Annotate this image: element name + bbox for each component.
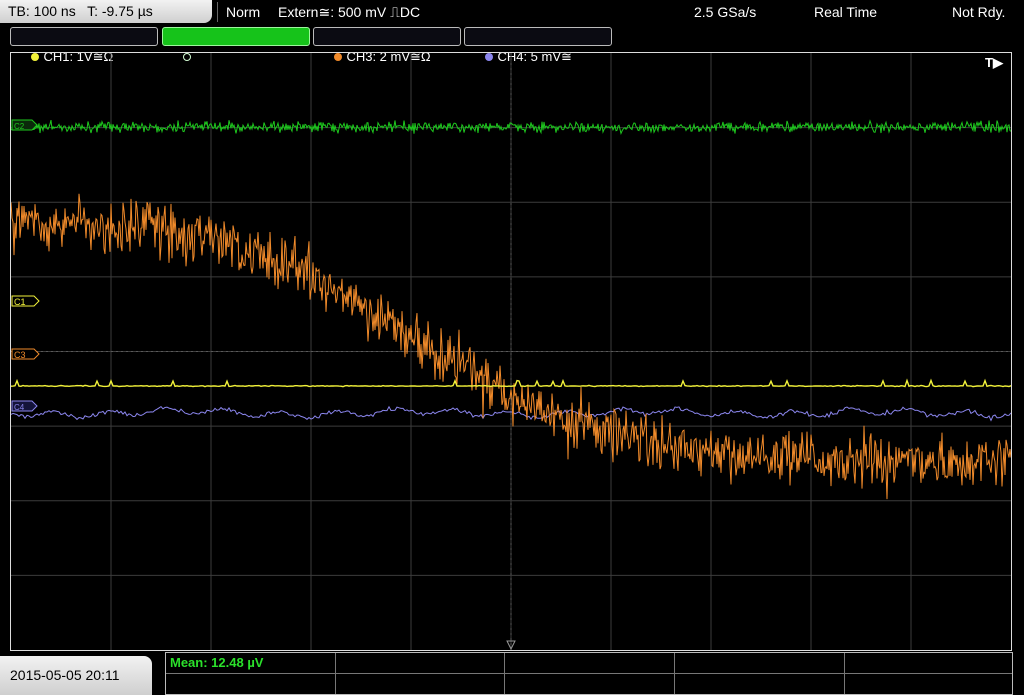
channel-ch1-button[interactable]: CH1: 1V≅Ω: [10, 27, 158, 64]
measurement-row: [166, 673, 1012, 693]
channel-ch4-button[interactable]: CH4: 5 mV≅: [464, 27, 612, 64]
channel-bar: CH1: 1V≅Ω CH2: 5 mV≅Ω CH3: 2 mV≅Ω CH4: 5…: [0, 25, 1024, 64]
mean-measurement[interactable]: Mean: 12.48 µV: [170, 654, 263, 672]
ch3-ground-marker[interactable]: C3: [11, 348, 40, 360]
waveform-plot[interactable]: C2 C1 C3 C4 T▶: [11, 53, 1011, 650]
acquisition-mode[interactable]: Real Time: [814, 0, 877, 24]
trigger-mode[interactable]: Norm: [226, 0, 260, 24]
c4-marker-label: C4: [14, 403, 25, 412]
status-bar: TB: 100 ns T: -9.75 µs Norm Extern≅: 500…: [0, 0, 1024, 24]
footer-bar: 2015-05-05 20:11 Mean: 12.48 µV: [0, 652, 1024, 695]
measurement-cell-divider: [844, 653, 845, 694]
trigger-source[interactable]: Extern≅: 500 mV ⎍DC: [278, 0, 420, 24]
channel-ch2-button[interactable]: CH2: 5 mV≅Ω: [162, 27, 310, 64]
channel-ch3-button[interactable]: CH3: 2 mV≅Ω: [313, 27, 461, 64]
ch1-ground-marker[interactable]: C1: [11, 295, 40, 307]
measurement-cell-divider: [335, 653, 336, 694]
datetime-display: 2015-05-05 20:11: [0, 656, 152, 695]
timebase-readout[interactable]: TB: 100 ns T: -9.75 µs: [0, 0, 212, 23]
graticule-grid: [11, 53, 1011, 650]
trigger-position-marker[interactable]: T▶: [985, 55, 1004, 70]
waveform-display[interactable]: C2 C1 C3 C4 T▶: [10, 52, 1012, 651]
acquisition-status: Not Rdy.: [952, 4, 1006, 20]
c2-marker-label: C2: [14, 122, 25, 131]
measurement-table: Mean: 12.48 µV: [165, 652, 1013, 695]
sample-rate[interactable]: 2.5 GSa/s: [694, 0, 756, 24]
measurement-cell-divider: [504, 653, 505, 694]
ch2-ground-marker[interactable]: C2: [11, 119, 38, 131]
divider: [217, 2, 218, 22]
ch4-ground-marker[interactable]: C4: [11, 400, 38, 412]
measurement-row: [166, 653, 1012, 674]
measurement-cell-divider: [674, 653, 675, 694]
c1-marker-label: C1: [14, 297, 26, 307]
c3-marker-label: C3: [14, 350, 26, 360]
